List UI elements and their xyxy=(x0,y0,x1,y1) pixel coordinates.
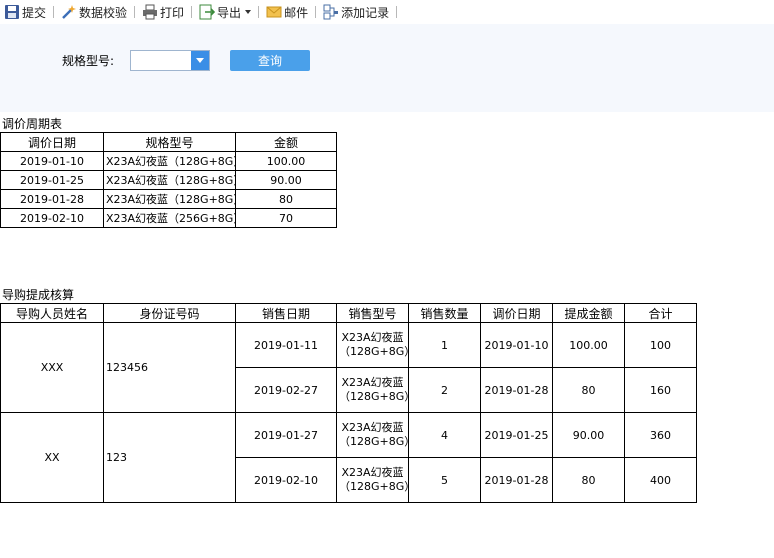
column-header: 提成金额 xyxy=(552,303,625,323)
data-verify-label: 数据校验 xyxy=(79,5,128,20)
mail-button[interactable]: 邮件 xyxy=(264,2,310,22)
toolbar-separator xyxy=(315,6,317,18)
query-panel: 规格型号: 查询 xyxy=(0,24,774,112)
table-row: XXX 123456 2019-01-11 X23A幻夜蓝（128G+8G） 1 2019… xyxy=(0,322,697,413)
table-cell: 2019-02-10 xyxy=(0,208,104,228)
submit-label: 提交 xyxy=(22,5,47,20)
table-cell: 70 xyxy=(235,208,337,228)
column-header: 导购人员姓名 xyxy=(0,303,104,323)
print-icon xyxy=(142,4,158,20)
sale-date-cell: 2019-01-11 xyxy=(235,322,337,368)
export-label: 导出 xyxy=(217,5,242,20)
spec-label: 规格型号: xyxy=(62,54,115,68)
toolbar-separator xyxy=(134,6,136,18)
price-table-title: 调价周期表 xyxy=(2,117,63,131)
table-cell: 2019-01-10 xyxy=(0,151,104,171)
salesperson-name-cell: XX xyxy=(0,412,104,503)
table-row: 2019-02-10 X23A幻夜蓝（256G+8G） 70 xyxy=(0,208,337,228)
table-row: 2019-01-28 X23A幻夜蓝（128G+8G） 80 xyxy=(0,189,337,209)
toolbar-separator xyxy=(53,6,55,18)
price-date-cell: 2019-01-25 xyxy=(480,412,553,458)
table-header-row: 导购人员姓名 身份证号码 销售日期 销售型号 销售数量 调价日期 提成金额 合计 xyxy=(0,303,697,323)
total-cell: 160 xyxy=(624,367,697,413)
price-date-cell: 2019-01-28 xyxy=(480,457,553,503)
sale-date-cell: 2019-02-10 xyxy=(235,457,337,503)
id-number-cell: 123 xyxy=(103,412,236,503)
table-row: XX 123 2019-01-27 X23A幻夜蓝（128G+8G） 4 2019-01-… xyxy=(0,412,697,503)
column-header: 销售数量 xyxy=(408,303,481,323)
sale-qty-cell: 4 xyxy=(408,412,481,458)
table-row: 2019-01-10 X23A幻夜蓝（128G+8G） 100.00 xyxy=(0,151,337,171)
sale-model-cell: X23A幻夜蓝（128G+8G） xyxy=(336,322,409,368)
column-header: 调价日期 xyxy=(480,303,553,323)
table-cell: 100.00 xyxy=(235,151,337,171)
id-number-cell: 123456 xyxy=(103,322,236,413)
spec-select-dropdown-button[interactable] xyxy=(191,51,209,70)
print-button[interactable]: 打印 xyxy=(140,2,186,22)
price-date-cell: 2019-01-10 xyxy=(480,322,553,368)
submit-button[interactable]: 提交 xyxy=(2,2,48,22)
sale-model-cell: X23A幻夜蓝（128G+8G） xyxy=(336,457,409,503)
sale-qty-cell: 5 xyxy=(408,457,481,503)
commission-amount-cell: 100.00 xyxy=(552,322,625,368)
sale-model-cell: X23A幻夜蓝（128G+8G） xyxy=(336,412,409,458)
add-record-icon xyxy=(323,4,339,20)
spec-select[interactable] xyxy=(130,50,210,71)
column-header: 合计 xyxy=(624,303,697,323)
add-record-button[interactable]: 添加记录 xyxy=(321,2,391,22)
table-row: 2019-01-25 X23A幻夜蓝（128G+8G） 90.00 xyxy=(0,170,337,190)
chevron-down-icon xyxy=(245,10,252,14)
toolbar-separator xyxy=(191,6,193,18)
toolbar: 提交 数据校验 打印 导出 邮件 添加记录 xyxy=(0,0,774,24)
table-cell: X23A幻夜蓝（128G+8G） xyxy=(103,151,236,171)
total-cell: 100 xyxy=(624,322,697,368)
commission-amount-cell: 90.00 xyxy=(552,412,625,458)
table-cell: 90.00 xyxy=(235,170,337,190)
search-button[interactable]: 查询 xyxy=(230,50,310,71)
commission-amount-cell: 80 xyxy=(552,367,625,413)
sale-date-cell: 2019-02-27 xyxy=(235,367,337,413)
sale-model-cell: X23A幻夜蓝（128G+8G） xyxy=(336,367,409,413)
sale-qty-cell: 2 xyxy=(408,367,481,413)
column-header: 销售日期 xyxy=(235,303,337,323)
toolbar-separator xyxy=(396,6,398,18)
total-cell: 400 xyxy=(624,457,697,503)
commission-amount-cell: 80 xyxy=(552,457,625,503)
price-date-cell: 2019-01-28 xyxy=(480,367,553,413)
mail-label: 邮件 xyxy=(284,5,309,20)
table-cell: X23A幻夜蓝（128G+8G） xyxy=(103,189,236,209)
commission-table: 导购人员姓名 身份证号码 销售日期 销售型号 销售数量 调价日期 提成金额 合计 XXX 1234… xyxy=(0,303,697,503)
export-icon xyxy=(199,4,216,20)
salesperson-name-cell: XXX xyxy=(0,322,104,413)
column-header: 金额 xyxy=(235,132,337,152)
column-header: 身份证号码 xyxy=(103,303,236,323)
table-cell: X23A幻夜蓝（256G+8G） xyxy=(103,208,236,228)
column-header: 规格型号 xyxy=(103,132,236,152)
toolbar-separator xyxy=(258,6,260,18)
export-button[interactable]: 导出 xyxy=(197,2,253,22)
verify-icon xyxy=(61,4,77,20)
column-header: 调价日期 xyxy=(0,132,104,152)
data-verify-button[interactable]: 数据校验 xyxy=(59,2,129,22)
table-header-row: 调价日期 规格型号 金额 xyxy=(0,132,337,152)
print-label: 打印 xyxy=(160,5,185,20)
commission-table-title: 导购提成核算 xyxy=(2,288,75,302)
add-record-label: 添加记录 xyxy=(341,5,390,20)
total-cell: 360 xyxy=(624,412,697,458)
sale-date-cell: 2019-01-27 xyxy=(235,412,337,458)
column-header: 销售型号 xyxy=(336,303,409,323)
mail-icon xyxy=(266,4,282,20)
save-icon xyxy=(4,4,20,20)
table-cell: X23A幻夜蓝（128G+8G） xyxy=(103,170,236,190)
table-cell: 80 xyxy=(235,189,337,209)
table-cell: 2019-01-28 xyxy=(0,189,104,209)
table-cell: 2019-01-25 xyxy=(0,170,104,190)
chevron-down-icon xyxy=(196,58,204,63)
price-table: 调价日期 规格型号 金额 2019-01-10 X23A幻夜蓝（128G+8G） 100.… xyxy=(0,132,337,228)
sale-qty-cell: 1 xyxy=(408,322,481,368)
